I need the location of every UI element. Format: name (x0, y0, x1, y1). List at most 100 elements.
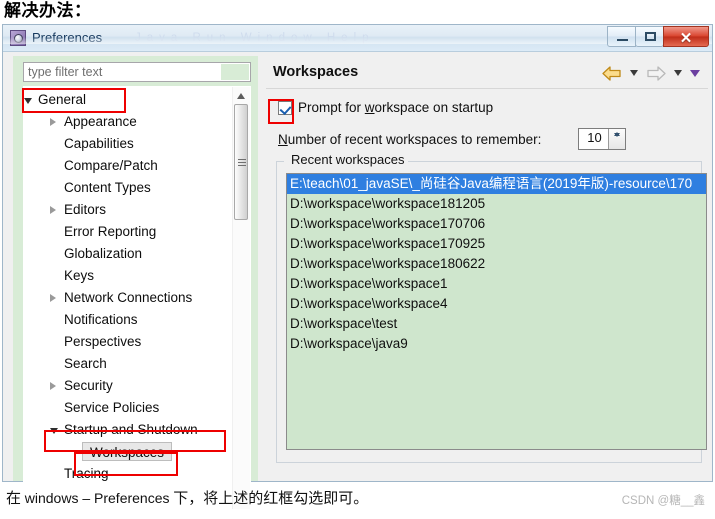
preferences-tree[interactable]: General Appearance Capabilities Compare/Pat… (23, 86, 251, 510)
tree-item-label: Search (64, 356, 107, 371)
tree-item-label: Globalization (64, 246, 143, 261)
tree-item-search[interactable]: Search (24, 353, 233, 375)
tree-item-content-types[interactable]: Content Types (24, 177, 233, 199)
recent-workspaces-group: Recent workspaces E:\teach\01_javaSE\_尚硅… (276, 152, 707, 463)
tree-item-workspaces[interactable]: Workspaces (24, 441, 233, 463)
tree-twisty-expanded-icon[interactable] (50, 428, 58, 434)
figure-caption: 在 windows – Preferences 下，将上述的红框勾选即可。 (6, 487, 368, 508)
tree-twisty-expanded-icon[interactable] (24, 98, 32, 104)
document-heading: 解决办法： (4, 1, 92, 20)
tree-item-capabilities[interactable]: Capabilities (24, 133, 233, 155)
list-item[interactable]: D:\workspace\workspace180622 (287, 254, 706, 274)
preferences-icon (10, 30, 26, 46)
filter-input[interactable]: type filter text (23, 62, 251, 82)
tree-twisty-collapsed-icon[interactable] (50, 382, 56, 390)
view-menu-icon[interactable] (690, 69, 700, 77)
filter-clear-zone[interactable] (221, 64, 249, 80)
tree-item-perspectives[interactable]: Perspectives (24, 331, 233, 353)
tree-item-label: Keys (64, 268, 95, 283)
tree-item-label: Tracing (64, 466, 109, 481)
tree-item-label: Perspectives (64, 334, 142, 349)
tree-item-startup-and-shutdown[interactable]: Startup and Shutdown (24, 419, 233, 441)
caption-pre: 在 (6, 491, 25, 507)
tree-item-label: Content Types (64, 180, 151, 195)
scrollbar-thumb[interactable] (234, 104, 248, 220)
window-controls: ✕ (607, 26, 709, 47)
list-item[interactable]: D:\workspace\workspace170925 (287, 234, 706, 254)
tree-item-keys[interactable]: Keys (24, 265, 233, 287)
tree-scrollbar[interactable] (232, 87, 250, 509)
tree-item-editors[interactable]: Editors (24, 199, 233, 221)
list-item[interactable]: E:\teach\01_javaSE\_尚硅谷Java编程语言(2019年版)-… (287, 174, 706, 194)
caption-post: 下，将上述的红框勾选即可。 (169, 491, 369, 507)
csdn-watermark: CSDN @糖__鑫 (621, 495, 705, 507)
tree-item-label: Editors (64, 202, 107, 217)
list-item[interactable]: D:\workspace\workspace170706 (287, 214, 706, 234)
stepper-down-icon (613, 133, 620, 137)
tree-rows: General Appearance Capabilities Compare/Pat… (24, 89, 233, 485)
list-item[interactable]: D:\workspace\workspace181205 (287, 194, 706, 214)
preferences-left-pane: type filter text General Appearance Capabi… (13, 56, 258, 510)
tree-item-label: Startup and Shutdown (64, 422, 198, 437)
number-label-mnemonic: N (278, 132, 288, 147)
prompt-label-post: orkspace on startup (374, 100, 494, 115)
tree-item-label: Capabilities (64, 136, 134, 151)
scroll-up-arrow-icon[interactable] (237, 93, 245, 99)
tree-item-label: Security (64, 378, 113, 393)
tree-twisty-collapsed-icon[interactable] (50, 294, 56, 302)
list-item[interactable]: D:\workspace\workspace1 (287, 274, 706, 294)
tree-item-general[interactable]: General (24, 89, 233, 111)
recent-workspaces-count-row: Number of recent workspaces to remember:… (278, 128, 626, 150)
tree-item-notifications[interactable]: Notifications (24, 309, 233, 331)
forward-dropdown-icon[interactable] (674, 70, 682, 76)
minimize-icon (617, 39, 628, 41)
maximize-button[interactable] (635, 26, 664, 47)
window-title: Preferences (32, 30, 103, 45)
tree-item-label: Error Reporting (64, 224, 157, 239)
caption-latin: windows – Preferences (24, 490, 170, 506)
preferences-right-pane: Workspaces Prompt for workspace on start… (266, 56, 708, 477)
tree-twisty-collapsed-icon[interactable] (50, 206, 56, 214)
tree-item-label: Service Policies (64, 400, 160, 415)
prompt-label-pre: Prompt for (298, 100, 365, 115)
recent-workspaces-count-stepper[interactable]: 10 (578, 128, 626, 150)
screenshot-root: 解决办法： Preferences Java Run Window Help ✕ (0, 0, 715, 519)
filter-placeholder: type filter text (28, 65, 103, 79)
prompt-for-workspace-checkbox[interactable] (278, 101, 292, 115)
minimize-button[interactable] (607, 26, 636, 47)
back-arrow-icon[interactable] (602, 65, 622, 81)
close-icon: ✕ (679, 30, 693, 47)
prompt-label-mnemonic: w (364, 100, 375, 115)
preferences-window: Preferences Java Run Window Help ✕ type … (2, 24, 713, 510)
tree-item-label: Appearance (64, 114, 137, 129)
forward-arrow-icon[interactable] (646, 65, 666, 81)
group-border-right (407, 161, 702, 162)
list-item[interactable]: D:\workspace\java9 (287, 334, 706, 354)
recent-workspaces-list[interactable]: E:\teach\01_javaSE\_尚硅谷Java编程语言(2019年版)-… (286, 173, 707, 450)
tree-item-error-reporting[interactable]: Error Reporting (24, 221, 233, 243)
list-item[interactable]: D:\workspace\workspace4 (287, 294, 706, 314)
tree-item-service-policies[interactable]: Service Policies (24, 397, 233, 419)
maximize-icon (645, 32, 656, 41)
window-titlebar[interactable]: Preferences Java Run Window Help ✕ (3, 25, 712, 52)
list-item[interactable]: D:\workspace\test (287, 314, 706, 334)
tree-item-compare-patch[interactable]: Compare/Patch (24, 155, 233, 177)
tree-item-appearance[interactable]: Appearance (24, 111, 233, 133)
tree-item-label: Compare/Patch (64, 158, 158, 173)
tree-item-label: Network Connections (64, 290, 193, 305)
tree-item-globalization[interactable]: Globalization (24, 243, 233, 265)
number-label-rest: umber of recent workspaces to remember: (287, 132, 542, 147)
dialog-body: type filter text General Appearance Capabi… (3, 52, 712, 510)
tree-twisty-collapsed-icon[interactable] (50, 118, 56, 126)
close-button[interactable]: ✕ (663, 26, 709, 47)
tree-item-security[interactable]: Security (24, 375, 233, 397)
tree-item-tracing[interactable]: Tracing (24, 463, 233, 485)
tree-item-network-connections[interactable]: Network Connections (24, 287, 233, 309)
stepper-buttons[interactable] (608, 129, 625, 149)
title-separator (266, 88, 708, 89)
tree-item-label: Workspaces (82, 442, 173, 461)
scrollbar-grip-icon (238, 159, 246, 166)
back-dropdown-icon[interactable] (630, 70, 638, 76)
ghost-menubar: Java Run Window Help (135, 32, 375, 44)
recent-workspaces-count-value[interactable]: 10 (579, 130, 610, 145)
